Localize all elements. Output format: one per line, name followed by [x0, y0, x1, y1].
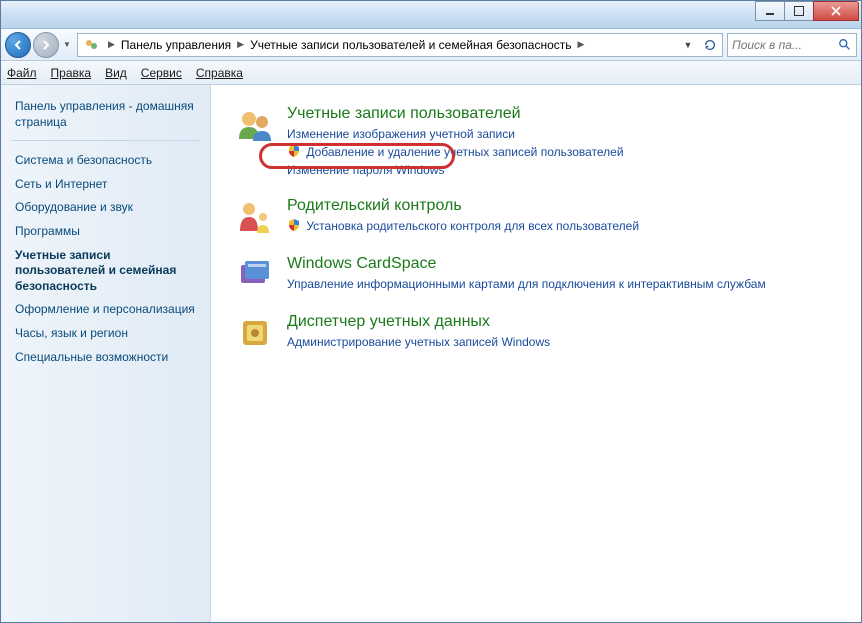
- category-title[interactable]: Диспетчер учетных данных: [287, 313, 837, 331]
- chevron-right-icon: ▶: [574, 39, 589, 50]
- chevron-right-icon: ▶: [233, 39, 248, 50]
- content: Панель управления - домашняя страница Си…: [1, 85, 861, 622]
- history-dropdown[interactable]: ▼: [61, 40, 73, 49]
- cardspace-icon: [235, 255, 275, 295]
- sidebar-link-appearance[interactable]: Оформление и персонализация: [15, 298, 200, 322]
- minimize-button[interactable]: [755, 1, 785, 21]
- sidebar-link-users[interactable]: Учетные записи пользователей и семейная …: [15, 244, 200, 299]
- link-add-remove-accounts[interactable]: Добавление и удаление учетных записей по…: [306, 143, 623, 161]
- titlebar: [1, 1, 861, 29]
- link-parental-setup[interactable]: Установка родительского контроля для все…: [306, 217, 639, 235]
- shield-icon: [287, 144, 301, 158]
- category-title[interactable]: Родительский контроль: [287, 197, 837, 215]
- window-controls: [756, 1, 859, 21]
- menu-tools[interactable]: Сервис: [141, 66, 182, 80]
- search-icon: [838, 37, 852, 53]
- link-change-picture[interactable]: Изменение изображения учетной записи: [287, 125, 515, 143]
- category-title[interactable]: Windows CardSpace: [287, 255, 837, 273]
- address-dropdown[interactable]: ▼: [678, 35, 698, 55]
- sidebar-home-link[interactable]: Панель управления - домашняя страница: [15, 99, 200, 130]
- sidebar-link-network[interactable]: Сеть и Интернет: [15, 173, 200, 197]
- user-accounts-icon: [235, 105, 275, 145]
- breadcrumb-item[interactable]: Учетные записи пользователей и семейная …: [248, 38, 573, 52]
- chevron-right-icon: ▶: [104, 39, 119, 50]
- category-title[interactable]: Учетные записи пользователей: [287, 105, 837, 123]
- sidebar-link-clock[interactable]: Часы, язык и регион: [15, 322, 200, 346]
- arrow-left-icon: [12, 39, 24, 51]
- category-credentials: Диспетчер учетных данных Администрирован…: [235, 313, 837, 353]
- refresh-button[interactable]: [700, 35, 720, 55]
- menu-file[interactable]: Файл: [7, 66, 37, 80]
- close-icon: [831, 6, 841, 16]
- navbar: ▼ ▶ Панель управления ▶ Учетные записи п…: [1, 29, 861, 61]
- category-user-accounts: Учетные записи пользователей Изменение и…: [235, 105, 837, 179]
- back-button[interactable]: [5, 32, 31, 58]
- address-bar[interactable]: ▶ Панель управления ▶ Учетные записи пол…: [77, 33, 723, 57]
- sidebar-link-access[interactable]: Специальные возможности: [15, 346, 200, 370]
- breadcrumb-item[interactable]: Панель управления: [119, 38, 233, 52]
- link-change-password[interactable]: Изменение пароля Windows: [287, 161, 444, 179]
- refresh-icon: [703, 38, 717, 52]
- close-button[interactable]: [813, 1, 859, 21]
- link-cardspace-manage[interactable]: Управление информационными картами для п…: [287, 275, 766, 293]
- main-panel: Учетные записи пользователей Изменение и…: [211, 85, 861, 622]
- divider: [11, 140, 200, 141]
- category-parental: Родительский контроль Установка родитель…: [235, 197, 837, 237]
- sidebar-link-programs[interactable]: Программы: [15, 220, 200, 244]
- menu-edit[interactable]: Правка: [51, 66, 92, 80]
- forward-button[interactable]: [33, 32, 59, 58]
- parental-icon: [235, 197, 275, 237]
- location-icon: [84, 37, 100, 53]
- menu-help[interactable]: Справка: [196, 66, 243, 80]
- menubar: Файл Правка Вид Сервис Справка: [1, 61, 861, 85]
- search-box[interactable]: [727, 33, 857, 57]
- category-cardspace: Windows CardSpace Управление информацион…: [235, 255, 837, 295]
- nav-arrows: ▼: [5, 32, 73, 58]
- maximize-button[interactable]: [784, 1, 814, 21]
- link-credentials-admin[interactable]: Администрирование учетных записей Window…: [287, 333, 550, 351]
- window: ▼ ▶ Панель управления ▶ Учетные записи п…: [0, 0, 862, 623]
- menu-view[interactable]: Вид: [105, 66, 127, 80]
- search-input[interactable]: [732, 38, 838, 52]
- sidebar-link-hardware[interactable]: Оборудование и звук: [15, 196, 200, 220]
- shield-icon: [287, 218, 301, 232]
- sidebar: Панель управления - домашняя страница Си…: [1, 85, 211, 622]
- sidebar-link-system[interactable]: Система и безопасность: [15, 149, 200, 173]
- credentials-icon: [235, 313, 275, 353]
- arrow-right-icon: [40, 39, 52, 51]
